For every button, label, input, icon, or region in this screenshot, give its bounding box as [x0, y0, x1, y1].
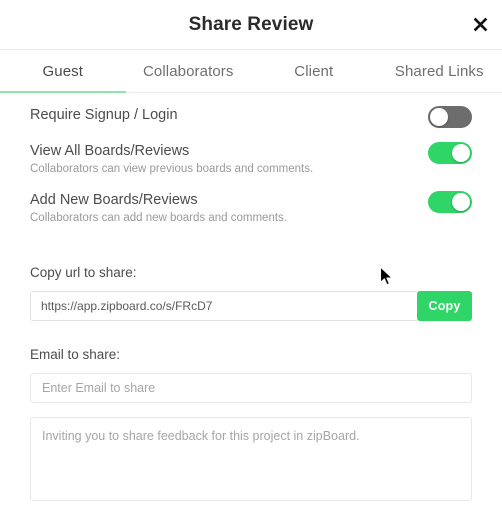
setting-label-add-new-boards: Add New Boards/Reviews: [30, 192, 198, 208]
toggle-add-new-boards[interactable]: [428, 191, 472, 213]
email-input[interactable]: [30, 373, 472, 403]
modal-body: Require Signup / Login View All Boards/R…: [0, 93, 502, 512]
tab-collaborators[interactable]: Collaborators: [126, 50, 252, 92]
copy-button[interactable]: Copy: [417, 290, 472, 321]
close-icon[interactable]: [467, 12, 493, 38]
email-share-label: Email to share:: [30, 346, 121, 362]
copy-url-section: Copy url to share: Copy: [30, 266, 472, 321]
tab-guest-label: Guest: [42, 62, 84, 80]
toggle-knob: [452, 193, 470, 211]
setting-label-require-signup: Require Signup / Login: [30, 107, 178, 123]
tab-shared-links[interactable]: Shared Links: [377, 50, 502, 92]
setting-row-require-signup: Require Signup / Login: [30, 93, 472, 128]
copy-url-row: Copy: [30, 290, 472, 321]
tab-guest[interactable]: Guest: [0, 50, 126, 93]
tab-bar: Guest Collaborators Client Shared Links: [0, 50, 502, 93]
setting-text: View All Boards/Reviews Collaborators ca…: [30, 141, 313, 177]
toggle-knob: [452, 144, 470, 162]
share-review-modal: Share Review Guest Collaborators Client …: [0, 0, 502, 512]
toggle-require-signup[interactable]: [428, 106, 472, 128]
setting-sub-add-new-boards: Collaborators can add new boards and com…: [30, 212, 287, 224]
tab-shared-links-label: Shared Links: [394, 62, 484, 80]
tab-client-label: Client: [294, 62, 334, 80]
setting-sub-view-all-boards: Collaborators can view previous boards a…: [30, 163, 314, 175]
setting-row-add-new-boards: Add New Boards/Reviews Collaborators can…: [30, 177, 472, 226]
copy-url-label: Copy url to share:: [30, 265, 137, 280]
page-title: Share Review: [188, 14, 314, 35]
tab-collaborators-label: Collaborators: [142, 62, 234, 80]
share-url-input[interactable]: [30, 290, 417, 321]
setting-label-view-all-boards: View All Boards/Reviews: [30, 143, 190, 159]
setting-text: Add New Boards/Reviews Collaborators can…: [30, 190, 287, 226]
toggle-view-all-boards[interactable]: [428, 142, 472, 164]
setting-row-view-all-boards: View All Boards/Reviews Collaborators ca…: [30, 128, 472, 177]
tab-client[interactable]: Client: [251, 50, 377, 92]
toggle-knob: [430, 108, 448, 126]
email-share-section: Email to share: Send: [30, 346, 472, 512]
invite-message-textarea[interactable]: [30, 417, 472, 501]
modal-header: Share Review: [0, 0, 502, 50]
setting-text: Require Signup / Login: [30, 105, 178, 124]
